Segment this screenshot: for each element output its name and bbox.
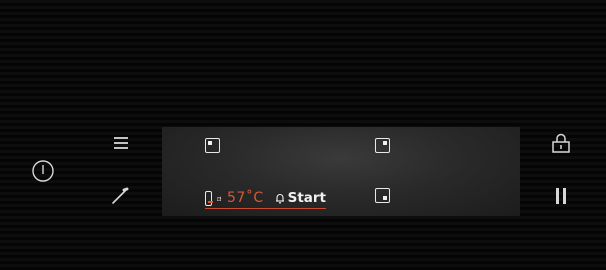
heating-mode-icon <box>205 190 213 206</box>
shelf-bottom-right-icon[interactable] <box>375 188 390 203</box>
start-label: Start <box>287 190 326 206</box>
start-button[interactable]: Start <box>275 190 326 206</box>
menu-button[interactable] <box>110 133 132 153</box>
probe-button[interactable] <box>108 184 132 208</box>
pause-icon <box>556 188 566 204</box>
probe-icon <box>112 187 129 204</box>
lock-icon <box>552 133 570 153</box>
temperature-readout[interactable]: 57˚C <box>227 190 264 206</box>
menu-icon <box>114 137 128 149</box>
pause-button[interactable] <box>550 184 572 208</box>
cooking-status: 57˚C Start <box>205 188 326 209</box>
shelf-top-left-icon[interactable] <box>205 138 220 153</box>
power-icon <box>32 160 54 182</box>
shelf-top-right-icon[interactable] <box>375 138 390 153</box>
bell-icon <box>275 193 284 204</box>
power-button[interactable] <box>30 158 56 184</box>
core-probe-icon <box>216 195 221 201</box>
lock-button[interactable] <box>549 131 573 155</box>
